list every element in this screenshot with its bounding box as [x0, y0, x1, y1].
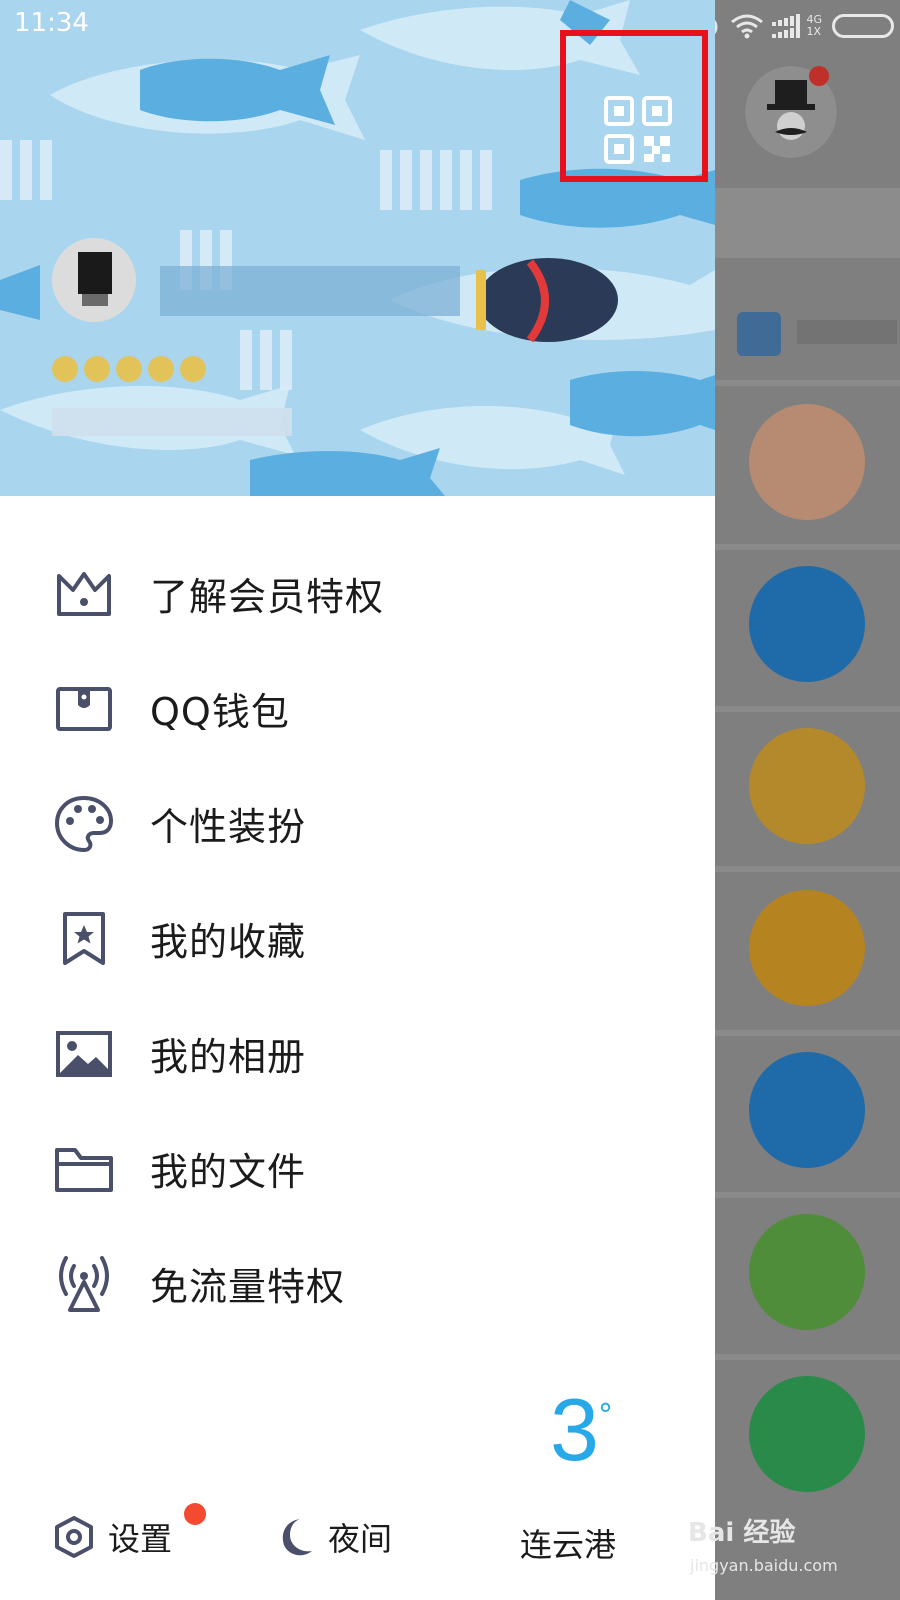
chat-avatar-fu[interactable] [749, 728, 865, 844]
palette-icon [54, 794, 114, 854]
level-badges [52, 356, 256, 384]
settings-label: 设置 [108, 1520, 173, 1558]
dimmed-main-panel[interactable]: 4G 1X [715, 0, 900, 1600]
chat-avatar-device[interactable] [749, 566, 865, 682]
menu-item-photo-album[interactable]: 我的相册 [0, 996, 715, 1111]
wifi-icon [731, 14, 764, 39]
menu-item-label: 了解会员特权 [150, 575, 385, 619]
night-mode-button[interactable]: 夜间 [274, 1514, 392, 1560]
device-label-blurred [797, 320, 897, 344]
bookmark-star-icon [54, 909, 114, 969]
weather-city[interactable]: 连云港 [520, 1520, 616, 1566]
signature-blurred[interactable] [52, 408, 292, 436]
menu-item-files[interactable]: 我的文件 [0, 1111, 715, 1226]
settings-notification-dot [184, 1503, 206, 1525]
menu-item-free-data[interactable]: 免流量特权 [0, 1226, 715, 1341]
wallet-icon [54, 679, 114, 739]
chat-avatar-message[interactable] [749, 1052, 865, 1168]
baidu-watermark-url: jingyan.baidu.com [690, 1556, 838, 1575]
status-icons: 4G 1X [715, 12, 894, 40]
profile-avatar[interactable] [52, 238, 136, 322]
chat-avatar-green[interactable] [749, 1214, 865, 1330]
avatar-notification-dot [809, 66, 829, 86]
menu-item-label: 我的收藏 [150, 920, 307, 964]
moon-icon [282, 1519, 312, 1556]
baidu-watermark: Bai 经验 [688, 1518, 796, 1548]
nickname-blurred[interactable] [160, 266, 460, 316]
side-drawer: 11:34 了解会员特权 QQ钱包 个性装扮 我的收藏 我的相册 我的文件 免流… [0, 0, 715, 1600]
qr-highlight-frame [560, 30, 708, 182]
settings-hexagon-icon [55, 1516, 93, 1558]
status-time: 11:34 [14, 8, 89, 38]
menu-item-vip-privileges[interactable]: 了解会员特权 [0, 536, 715, 651]
night-mode-label: 夜间 [328, 1520, 393, 1558]
weather-temperature[interactable]: 3 [550, 1386, 599, 1474]
profile-header: 11:34 [0, 0, 715, 496]
device-icon [737, 312, 781, 356]
weather-degree-symbol: ° [598, 1398, 613, 1433]
menu-item-favorites[interactable]: 我的收藏 [0, 881, 715, 996]
menu-item-qq-wallet[interactable]: QQ钱包 [0, 651, 715, 766]
qr-code-icon[interactable] [604, 96, 672, 164]
folder-icon [54, 1139, 114, 1199]
menu-item-label: 个性装扮 [150, 805, 307, 849]
drawer-menu: 了解会员特权 QQ钱包 个性装扮 我的收藏 我的相册 我的文件 免流量特权 [0, 536, 715, 1341]
alarm-icon [715, 19, 718, 35]
search-bar-dimmed[interactable] [715, 188, 900, 258]
menu-item-label: 我的文件 [150, 1150, 307, 1194]
broadcast-tower-icon [54, 1254, 114, 1314]
menu-item-personalize[interactable]: 个性装扮 [0, 766, 715, 881]
chat-avatar-partial[interactable] [749, 1376, 865, 1492]
crown-icon [54, 564, 114, 624]
menu-item-label: QQ钱包 [150, 690, 290, 734]
photo-album-icon [54, 1024, 114, 1084]
signal-icon [772, 14, 801, 38]
menu-item-label: 免流量特权 [150, 1265, 346, 1309]
chat-avatar-mail[interactable] [749, 890, 865, 1006]
network-type-2: 1X [806, 25, 822, 38]
battery-icon [832, 14, 894, 38]
settings-button[interactable]: 设置 [54, 1514, 172, 1560]
chat-avatar-friends[interactable] [749, 404, 865, 520]
menu-item-label: 我的相册 [150, 1035, 307, 1079]
